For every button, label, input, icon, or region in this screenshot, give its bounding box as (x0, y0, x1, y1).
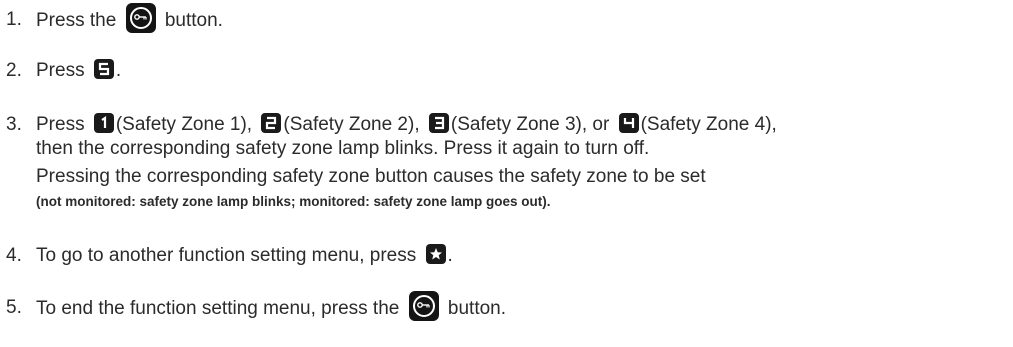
step-text-before: To go to another function setting menu, … (36, 245, 417, 266)
step-text: To go to another function setting menu, … (36, 244, 453, 267)
step-text-before: To end the function setting menu, press … (36, 298, 400, 320)
step-number: 1. (6, 9, 22, 30)
key-1-icon (93, 113, 114, 134)
key-5-icon (93, 59, 114, 80)
step-text-after: . (115, 60, 122, 81)
key-4-icon (618, 113, 639, 134)
step-number: 4. (6, 245, 22, 266)
step-text: Press (Safety Zone 1), (Safety Zone 2), … (36, 113, 777, 213)
step-3-note: (not monitored: safety zone lamp blinks;… (36, 194, 551, 209)
step-text: Press . (36, 59, 122, 82)
function-key-icon (408, 291, 439, 321)
step-text: Press the button. (36, 3, 223, 33)
key-3-icon (428, 113, 449, 134)
step-text-before: Press the (36, 10, 117, 32)
asterisk-key-icon (425, 244, 446, 265)
step-text-after: button. (164, 10, 223, 32)
step-text: To end the function setting menu, press … (36, 291, 507, 321)
step-text-before: Press (36, 60, 85, 81)
step-3-line-1: Press (Safety Zone 1), (Safety Zone 2), … (36, 113, 777, 135)
step-number: 3. (6, 114, 22, 135)
key-2-icon (261, 113, 282, 134)
step-number: 2. (6, 60, 22, 81)
step-number: 5. (6, 297, 22, 318)
step-3-line-3: Pressing the corresponding safety zone b… (36, 166, 706, 187)
function-key-icon (125, 3, 156, 33)
step-text-after: button. (447, 298, 507, 320)
step-3-line-2: then the corresponding safety zone lamp … (36, 138, 650, 159)
step-text-after: . (447, 245, 453, 266)
